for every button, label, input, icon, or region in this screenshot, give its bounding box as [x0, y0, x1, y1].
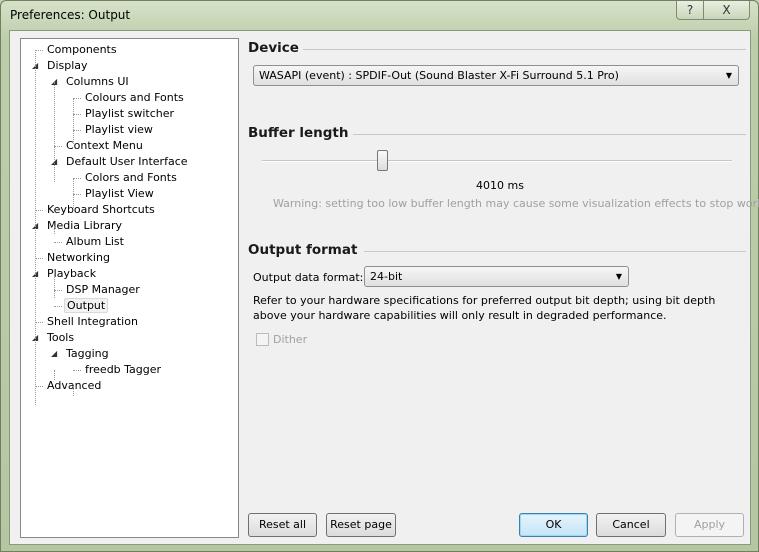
tree-item-label: Tools	[47, 331, 75, 344]
cancel-button[interactable]: Cancel	[596, 513, 666, 537]
buffer-slider-thumb[interactable]	[376, 150, 388, 171]
ok-button[interactable]: OK	[519, 513, 588, 537]
tree-item-label: Playback	[47, 267, 97, 280]
tree-item[interactable]: Colours and Fonts	[83, 90, 186, 106]
tree-connector	[35, 322, 43, 323]
tree-item[interactable]: Album List	[64, 234, 126, 250]
tree-connector	[54, 306, 62, 307]
tree-item-label: Album List	[66, 235, 124, 248]
tree-connector	[35, 50, 36, 405]
tree-item[interactable]: Playlist view	[83, 122, 155, 138]
tree-connector	[54, 82, 55, 182]
output-format-value: 24-bit	[370, 270, 403, 283]
tree-connector	[73, 386, 74, 396]
tree-item-label: Default User Interface	[66, 155, 188, 168]
tree-item[interactable]: freedb Tagger	[83, 362, 163, 378]
tree-connector	[35, 258, 43, 259]
dialog-client: Components Display ◢ Columns UI ◢ Colours and…	[9, 30, 759, 545]
tree-connector	[73, 178, 81, 179]
tree-connector	[73, 178, 74, 208]
tree-item[interactable]: Shell Integration	[45, 314, 140, 330]
tree-item[interactable]: Columns UI	[64, 74, 131, 90]
divider	[303, 49, 746, 50]
buffer-heading: Buffer length	[248, 125, 349, 141]
tree-connector	[54, 370, 55, 380]
dither-checkbox[interactable]	[256, 333, 269, 346]
tree-item-label: Tagging	[66, 347, 109, 360]
buffer-warning: Warning: setting too low buffer length m…	[273, 197, 759, 210]
tree-connector	[35, 50, 43, 51]
tree-item[interactable]: Networking	[45, 250, 112, 266]
tree-item-label: Playlist view	[85, 123, 153, 136]
reset-all-button[interactable]: Reset all	[248, 513, 317, 537]
tree-item-label: Colours and Fonts	[85, 91, 184, 104]
tree-item-label: Media Library	[47, 219, 122, 232]
tree-item-label: Shell Integration	[47, 315, 138, 328]
output-format-label: Output data format:	[253, 271, 364, 284]
tree-item[interactable]: Advanced	[45, 378, 103, 394]
window-title: Preferences: Output	[10, 8, 131, 22]
expand-collapse-icon[interactable]: ◢	[51, 346, 57, 362]
tree-item[interactable]: Colors and Fonts	[83, 170, 179, 186]
device-select[interactable]: WASAPI (event) : SPDIF-Out (Sound Blaste…	[253, 65, 739, 86]
divider	[364, 251, 746, 252]
tree-item[interactable]: Default User Interface	[64, 154, 190, 170]
tree-item-label: Networking	[47, 251, 110, 264]
divider	[353, 134, 746, 135]
tree-connector	[73, 98, 74, 144]
tree-item-label: Advanced	[47, 379, 102, 392]
output-format-note: Refer to your hardware specifications fo…	[253, 294, 716, 322]
tree-item[interactable]: Media Library	[45, 218, 124, 234]
tree-item-label: Playlist switcher	[85, 107, 174, 120]
preferences-tree[interactable]: Components Display ◢ Columns UI ◢ Colours and…	[20, 38, 239, 538]
tree-item-label: Colors and Fonts	[85, 171, 177, 184]
apply-button[interactable]: Apply	[675, 513, 744, 537]
dropdown-arrow-icon: ▼	[615, 272, 622, 281]
tree-item[interactable]: Playlist switcher	[83, 106, 176, 122]
tree-item[interactable]: Tools	[45, 330, 76, 346]
tree-connector	[73, 194, 81, 195]
tree-connector	[54, 274, 55, 298]
tree-item-label: Output	[64, 298, 109, 313]
tree-item-label: Columns UI	[66, 75, 129, 88]
tree-connector	[73, 98, 81, 99]
dropdown-arrow-icon: ▼	[725, 71, 732, 80]
tree-item-label: Context Menu	[66, 139, 143, 152]
tree-item[interactable]: Playback	[45, 266, 98, 282]
tree-item-label: Components	[47, 43, 117, 56]
tree-item-label: DSP Manager	[66, 283, 140, 296]
reset-page-button[interactable]: Reset page	[326, 513, 396, 537]
tree-item-label: Keyboard Shortcuts	[47, 203, 155, 216]
output-format-select[interactable]: 24-bit ▼	[364, 266, 629, 287]
tree-item[interactable]: Output	[64, 298, 109, 314]
dither-label: Dither	[273, 333, 308, 346]
buffer-value: 4010 ms	[476, 179, 524, 192]
tree-item[interactable]: Playlist View	[83, 186, 156, 202]
device-heading: Device	[248, 40, 299, 56]
tree-connector	[54, 226, 55, 234]
tree-connector	[35, 210, 43, 211]
tree-connector	[54, 290, 62, 291]
device-select-value: WASAPI (event) : SPDIF-Out (Sound Blaste…	[259, 69, 619, 82]
tree-item-label: Display	[47, 59, 88, 72]
tree-item[interactable]: Context Menu	[64, 138, 145, 154]
buffer-slider-track[interactable]	[262, 160, 732, 162]
tree-item[interactable]: Tagging	[64, 346, 111, 362]
tree-item-label: Playlist View	[85, 187, 154, 200]
tree-item[interactable]: DSP Manager	[64, 282, 142, 298]
tree-connector	[54, 242, 62, 243]
output-format-heading: Output format	[248, 242, 358, 258]
help-button[interactable]: ?	[676, 1, 704, 20]
close-button[interactable]: X	[704, 1, 750, 20]
tree-connector	[35, 386, 43, 387]
tree-connector	[73, 114, 81, 115]
tree-item[interactable]: Display	[45, 58, 90, 74]
preferences-window: Preferences: Output ? X Components Displa…	[0, 0, 759, 552]
tree-item[interactable]: Keyboard Shortcuts	[45, 202, 157, 218]
tree-connector	[73, 130, 81, 131]
tree-connector	[73, 370, 81, 371]
tree-item[interactable]: Components	[45, 42, 119, 58]
tree-connector	[54, 146, 62, 147]
tree-item-label: freedb Tagger	[85, 363, 162, 376]
